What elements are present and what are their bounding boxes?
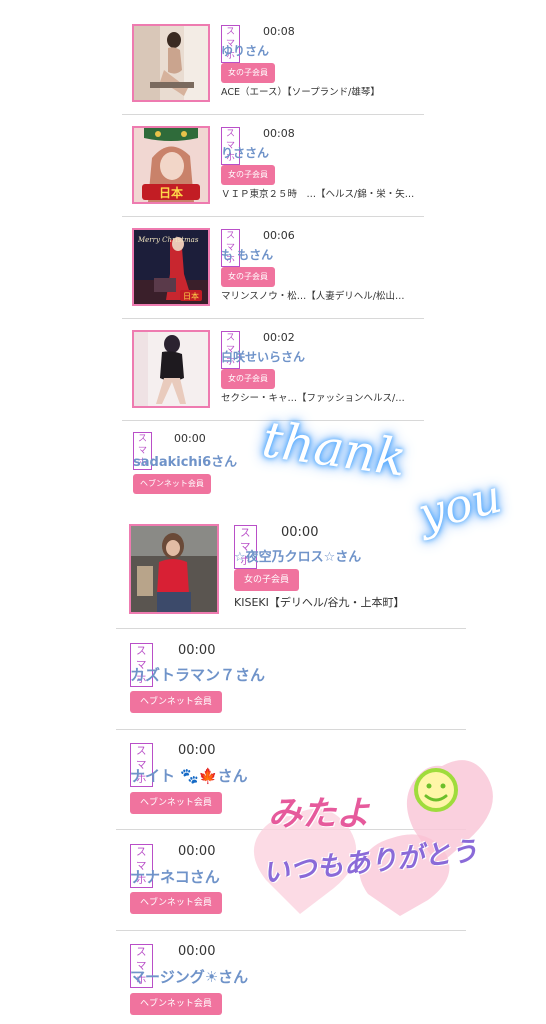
- access-time: 00:08: [263, 25, 295, 38]
- access-time: 00:06: [263, 229, 295, 242]
- shop-info[interactable]: ＶＩＰ東京２５時 …【ヘルス/錦・栄・矢…: [221, 188, 414, 202]
- member-badge: 女の子会員: [221, 165, 275, 185]
- member-badge: ヘブンネット会員: [130, 691, 222, 713]
- member-badge: ヘブンネット会員: [130, 892, 222, 914]
- visitor-name[interactable]: ナイト 🐾🍁さん: [130, 765, 248, 786]
- visitor-name[interactable]: sadakichi6さん: [133, 451, 237, 470]
- shop-info[interactable]: KISEKI【デリヘル/谷九・上本町】: [234, 596, 405, 610]
- divider: [122, 318, 424, 319]
- visitor-name[interactable]: りささん: [221, 144, 269, 161]
- visitor-name[interactable]: も もさん: [221, 246, 273, 263]
- divider: [122, 216, 424, 217]
- visitor-name[interactable]: マージング☀さん: [130, 966, 248, 987]
- smiley-icon: [414, 768, 458, 812]
- thank-sticker: thank: [258, 410, 410, 488]
- visitor-name[interactable]: ナナネコさん: [130, 866, 220, 887]
- access-time: 00:08: [263, 127, 295, 140]
- member-badge: ヘブンネット会員: [130, 993, 222, 1015]
- divider: [116, 628, 466, 629]
- mitayo-sticker: みたよ: [268, 794, 370, 834]
- member-badge: 女の子会員: [221, 369, 275, 389]
- visitor-name[interactable]: 白咲せいらさん: [221, 348, 305, 365]
- member-badge: ヘブンネット会員: [133, 474, 211, 494]
- access-time: 00:02: [263, 331, 295, 344]
- divider: [122, 114, 424, 115]
- profile-photo: [131, 526, 217, 612]
- divider: [116, 729, 466, 730]
- profile-thumbnail[interactable]: [132, 24, 210, 102]
- profile-thumbnail[interactable]: [129, 524, 219, 614]
- shop-info[interactable]: ACE（エース）【ソープランド/雄琴】: [221, 86, 380, 100]
- profile-photo: [134, 332, 208, 406]
- visitor-name[interactable]: カズトラマン７さん: [130, 664, 265, 685]
- you-sticker: you: [412, 468, 507, 542]
- access-time: 00:00: [178, 743, 216, 758]
- shop-info[interactable]: セクシー・キャ…【ファッションヘルス/…: [221, 392, 405, 406]
- access-time: 00:00: [178, 643, 216, 658]
- access-time: 00:00: [281, 525, 319, 540]
- profile-photo: [134, 26, 208, 100]
- thumb-caption: 日本: [183, 291, 199, 301]
- member-badge: ヘブンネット会員: [130, 792, 222, 814]
- divider: [116, 930, 466, 931]
- member-badge: 女の子会員: [221, 63, 275, 83]
- visitor-name[interactable]: ゆりさん: [221, 42, 269, 59]
- member-badge: 女の子会員: [221, 267, 275, 287]
- profile-photo: 日本: [134, 128, 208, 202]
- access-time: 00:00: [174, 432, 206, 445]
- access-time: 00:00: [178, 844, 216, 859]
- thumb-caption: Merry Christmas: [137, 236, 199, 244]
- profile-photo: Merry Christmas 日本: [134, 230, 208, 304]
- member-badge: 女の子会員: [234, 569, 300, 591]
- profile-thumbnail[interactable]: Merry Christmas 日本: [132, 228, 210, 306]
- visitor-name[interactable]: ☆夜空乃クロス☆さん: [234, 546, 361, 565]
- profile-thumbnail[interactable]: [132, 330, 210, 408]
- thumb-caption: 日本: [159, 185, 183, 200]
- profile-thumbnail[interactable]: 日本: [132, 126, 210, 204]
- shop-info[interactable]: マリンスノウ・松…【人妻デリヘル/松山…: [221, 290, 405, 304]
- access-time: 00:00: [178, 944, 216, 959]
